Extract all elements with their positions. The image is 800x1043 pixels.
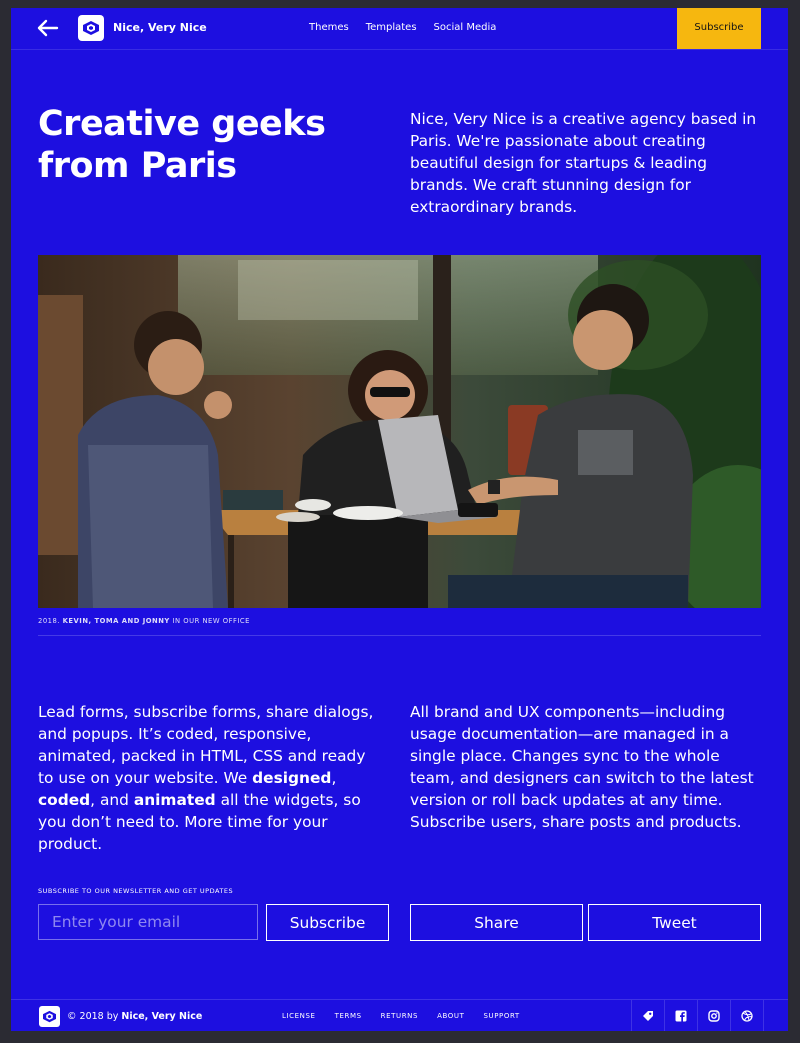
- caption-names: KEVIN, TOMA AND JONNY: [62, 617, 170, 625]
- brand-logo[interactable]: [78, 15, 104, 41]
- footer-links: LICENSE TERMS RETURNS ABOUT SUPPORT: [282, 1012, 539, 1020]
- footer-logo[interactable]: [39, 1006, 60, 1027]
- email-input[interactable]: Enter your email: [38, 904, 258, 940]
- caption-rest: IN OUR NEW OFFICE: [172, 617, 250, 625]
- footer-link-support[interactable]: SUPPORT: [483, 1012, 519, 1020]
- footer-link-about[interactable]: ABOUT: [437, 1012, 464, 1020]
- instagram-icon[interactable]: [697, 1000, 730, 1031]
- title-line-2: from Paris: [38, 146, 237, 186]
- team-photo: [38, 255, 761, 608]
- footer-link-terms[interactable]: TERMS: [335, 1012, 362, 1020]
- body-text-left: Lead forms, subscribe forms, share dialo…: [38, 701, 384, 855]
- page-title: Creative geeks from Paris: [38, 103, 368, 187]
- share-button[interactable]: Share: [410, 904, 583, 941]
- tweet-button[interactable]: Tweet: [588, 904, 761, 941]
- team-photo-illustration: [38, 255, 761, 608]
- main-menu: Themes Templates Social Media: [309, 22, 496, 33]
- nav-subscribe-button[interactable]: Subscribe: [677, 8, 761, 49]
- divider: [38, 635, 761, 636]
- photo-caption: 2018. KEVIN, TOMA AND JONNY IN OUR NEW O…: [38, 617, 250, 625]
- body-left-sep2: , and: [90, 791, 134, 809]
- nav-item-social-media[interactable]: Social Media: [434, 22, 497, 33]
- body-bold-coded: coded: [38, 791, 91, 809]
- footer-link-license[interactable]: LICENSE: [282, 1012, 316, 1020]
- caption-year: 2018.: [38, 617, 60, 625]
- body-text-right: All brand and UX components—including us…: [410, 703, 754, 831]
- newsletter-subscribe-button[interactable]: Subscribe: [266, 904, 389, 941]
- brand-name[interactable]: Nice, Very Nice: [113, 21, 207, 34]
- arrow-left-icon[interactable]: [37, 19, 59, 37]
- copyright-brand: Nice, Very Nice: [121, 1011, 203, 1022]
- nav-item-themes[interactable]: Themes: [309, 22, 349, 33]
- social-links: [631, 1000, 764, 1031]
- top-nav: Nice, Very Nice Themes Templates Social …: [11, 8, 788, 50]
- footer: © 2018 by Nice, Very Nice LICENSE TERMS …: [11, 999, 788, 1031]
- newsletter-label: SUBSCRIBE TO OUR NEWSLETTER AND GET UPDA…: [38, 887, 234, 895]
- cube-logo-icon: [83, 21, 99, 35]
- cube-logo-icon: [43, 1010, 56, 1023]
- copyright-prefix: © 2018 by: [67, 1011, 122, 1022]
- facebook-icon[interactable]: [664, 1000, 697, 1031]
- nav-item-templates[interactable]: Templates: [366, 22, 417, 33]
- body-bold-animated: animated: [133, 791, 216, 809]
- page: Nice, Very Nice Themes Templates Social …: [11, 8, 788, 1031]
- dribbble-icon[interactable]: [730, 1000, 764, 1031]
- body-bold-designed: designed: [252, 769, 332, 787]
- copyright: © 2018 by Nice, Very Nice: [67, 1011, 202, 1022]
- footer-link-returns[interactable]: RETURNS: [381, 1012, 418, 1020]
- product-hunt-icon[interactable]: [631, 1000, 664, 1031]
- title-line-1: Creative geeks: [38, 104, 326, 144]
- intro-paragraph: Nice, Very Nice is a creative agency bas…: [410, 110, 757, 216]
- body-left-sep1: ,: [331, 769, 337, 787]
